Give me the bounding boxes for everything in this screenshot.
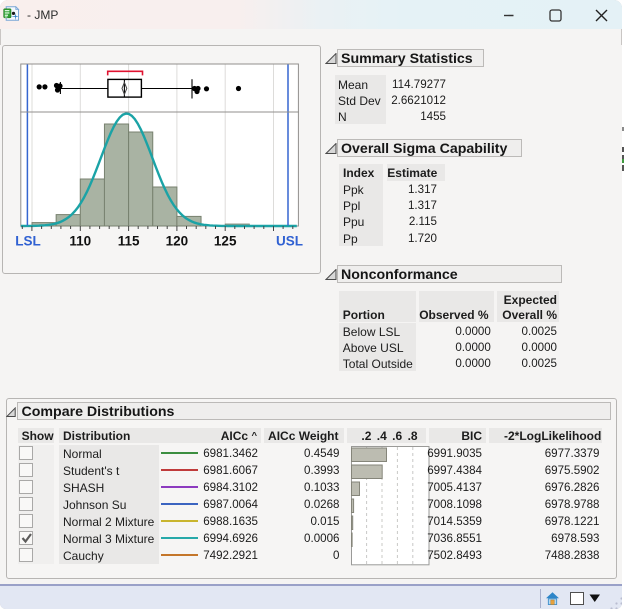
svg-text:LSL: LSL: [15, 234, 41, 249]
svg-text:115: 115: [118, 234, 140, 249]
svg-text:USL: USL: [276, 234, 303, 249]
svg-text:110: 110: [69, 234, 91, 249]
svg-text:120: 120: [166, 234, 189, 249]
svg-text:125: 125: [214, 234, 237, 249]
